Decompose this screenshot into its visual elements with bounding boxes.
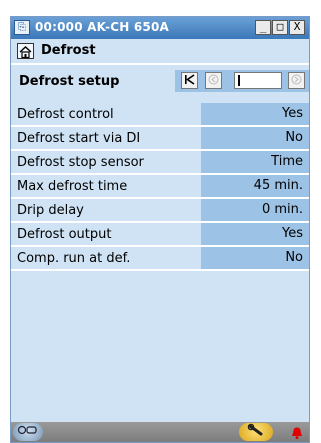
setting-row[interactable]: Defrost start via DI No (11, 127, 309, 151)
app-icon[interactable]: ⎘ (14, 20, 30, 35)
prev-record-button[interactable] (205, 72, 222, 89)
setting-row[interactable]: Max defrost time 45 min. (11, 175, 309, 199)
status-bar (11, 422, 309, 442)
setting-value[interactable]: Time (201, 151, 309, 173)
setting-value[interactable]: Yes (201, 223, 309, 245)
setting-value[interactable]: Yes (201, 103, 309, 125)
setting-row[interactable]: Drip delay 0 min. (11, 199, 309, 223)
setting-label: Defrost output (17, 227, 112, 242)
setting-label: Max defrost time (17, 179, 128, 194)
text-cursor (238, 75, 240, 86)
window-title: 00:000 AK-CH 650A (35, 20, 170, 34)
page-header: Defrost (11, 39, 309, 63)
setting-label: Defrost start via DI (17, 131, 141, 146)
setting-row[interactable]: Defrost stop sensor Time (11, 151, 309, 175)
title-bar[interactable]: ⎘ 00:000 AK-CH 650A _ □ X (11, 17, 309, 39)
section-title: Defrost setup (19, 74, 120, 89)
setting-label: Defrost control (17, 107, 114, 122)
row-divider (11, 269, 309, 271)
next-icon (291, 74, 302, 85)
record-navigator (175, 70, 309, 92)
window-controls: _ □ X (255, 20, 305, 35)
setting-row[interactable]: Comp. run at def. No (11, 247, 309, 271)
setting-value[interactable]: 0 min. (201, 199, 309, 221)
first-icon (185, 74, 195, 85)
setting-label: Drip delay (17, 203, 84, 218)
first-record-button[interactable] (181, 72, 198, 89)
setting-label: Defrost stop sensor (17, 155, 144, 170)
page-title: Defrost (41, 43, 96, 58)
tool-icon[interactable] (239, 423, 273, 441)
maximize-button[interactable]: □ (272, 20, 288, 35)
setting-row[interactable]: Defrost output Yes (11, 223, 309, 247)
section-header: Defrost setup (11, 65, 309, 103)
home-icon[interactable] (17, 43, 34, 59)
setting-row[interactable]: Defrost control Yes (11, 103, 309, 127)
record-field[interactable] (234, 72, 282, 89)
app-window: ⎘ 00:000 AK-CH 650A _ □ X Defrost Defros… (10, 16, 310, 443)
setting-value[interactable]: No (201, 247, 309, 269)
minimize-button[interactable]: _ (255, 20, 271, 35)
setting-label: Comp. run at def. (17, 251, 131, 266)
settings-list: Defrost control Yes Defrost start via DI… (11, 103, 309, 271)
prev-icon (208, 74, 219, 85)
setting-value[interactable]: 45 min. (201, 175, 309, 197)
alarm-bell-icon[interactable] (290, 425, 304, 440)
next-record-button[interactable] (288, 72, 305, 89)
setting-value[interactable]: No (201, 127, 309, 149)
service-icon[interactable] (13, 423, 43, 441)
close-button[interactable]: X (289, 20, 305, 35)
